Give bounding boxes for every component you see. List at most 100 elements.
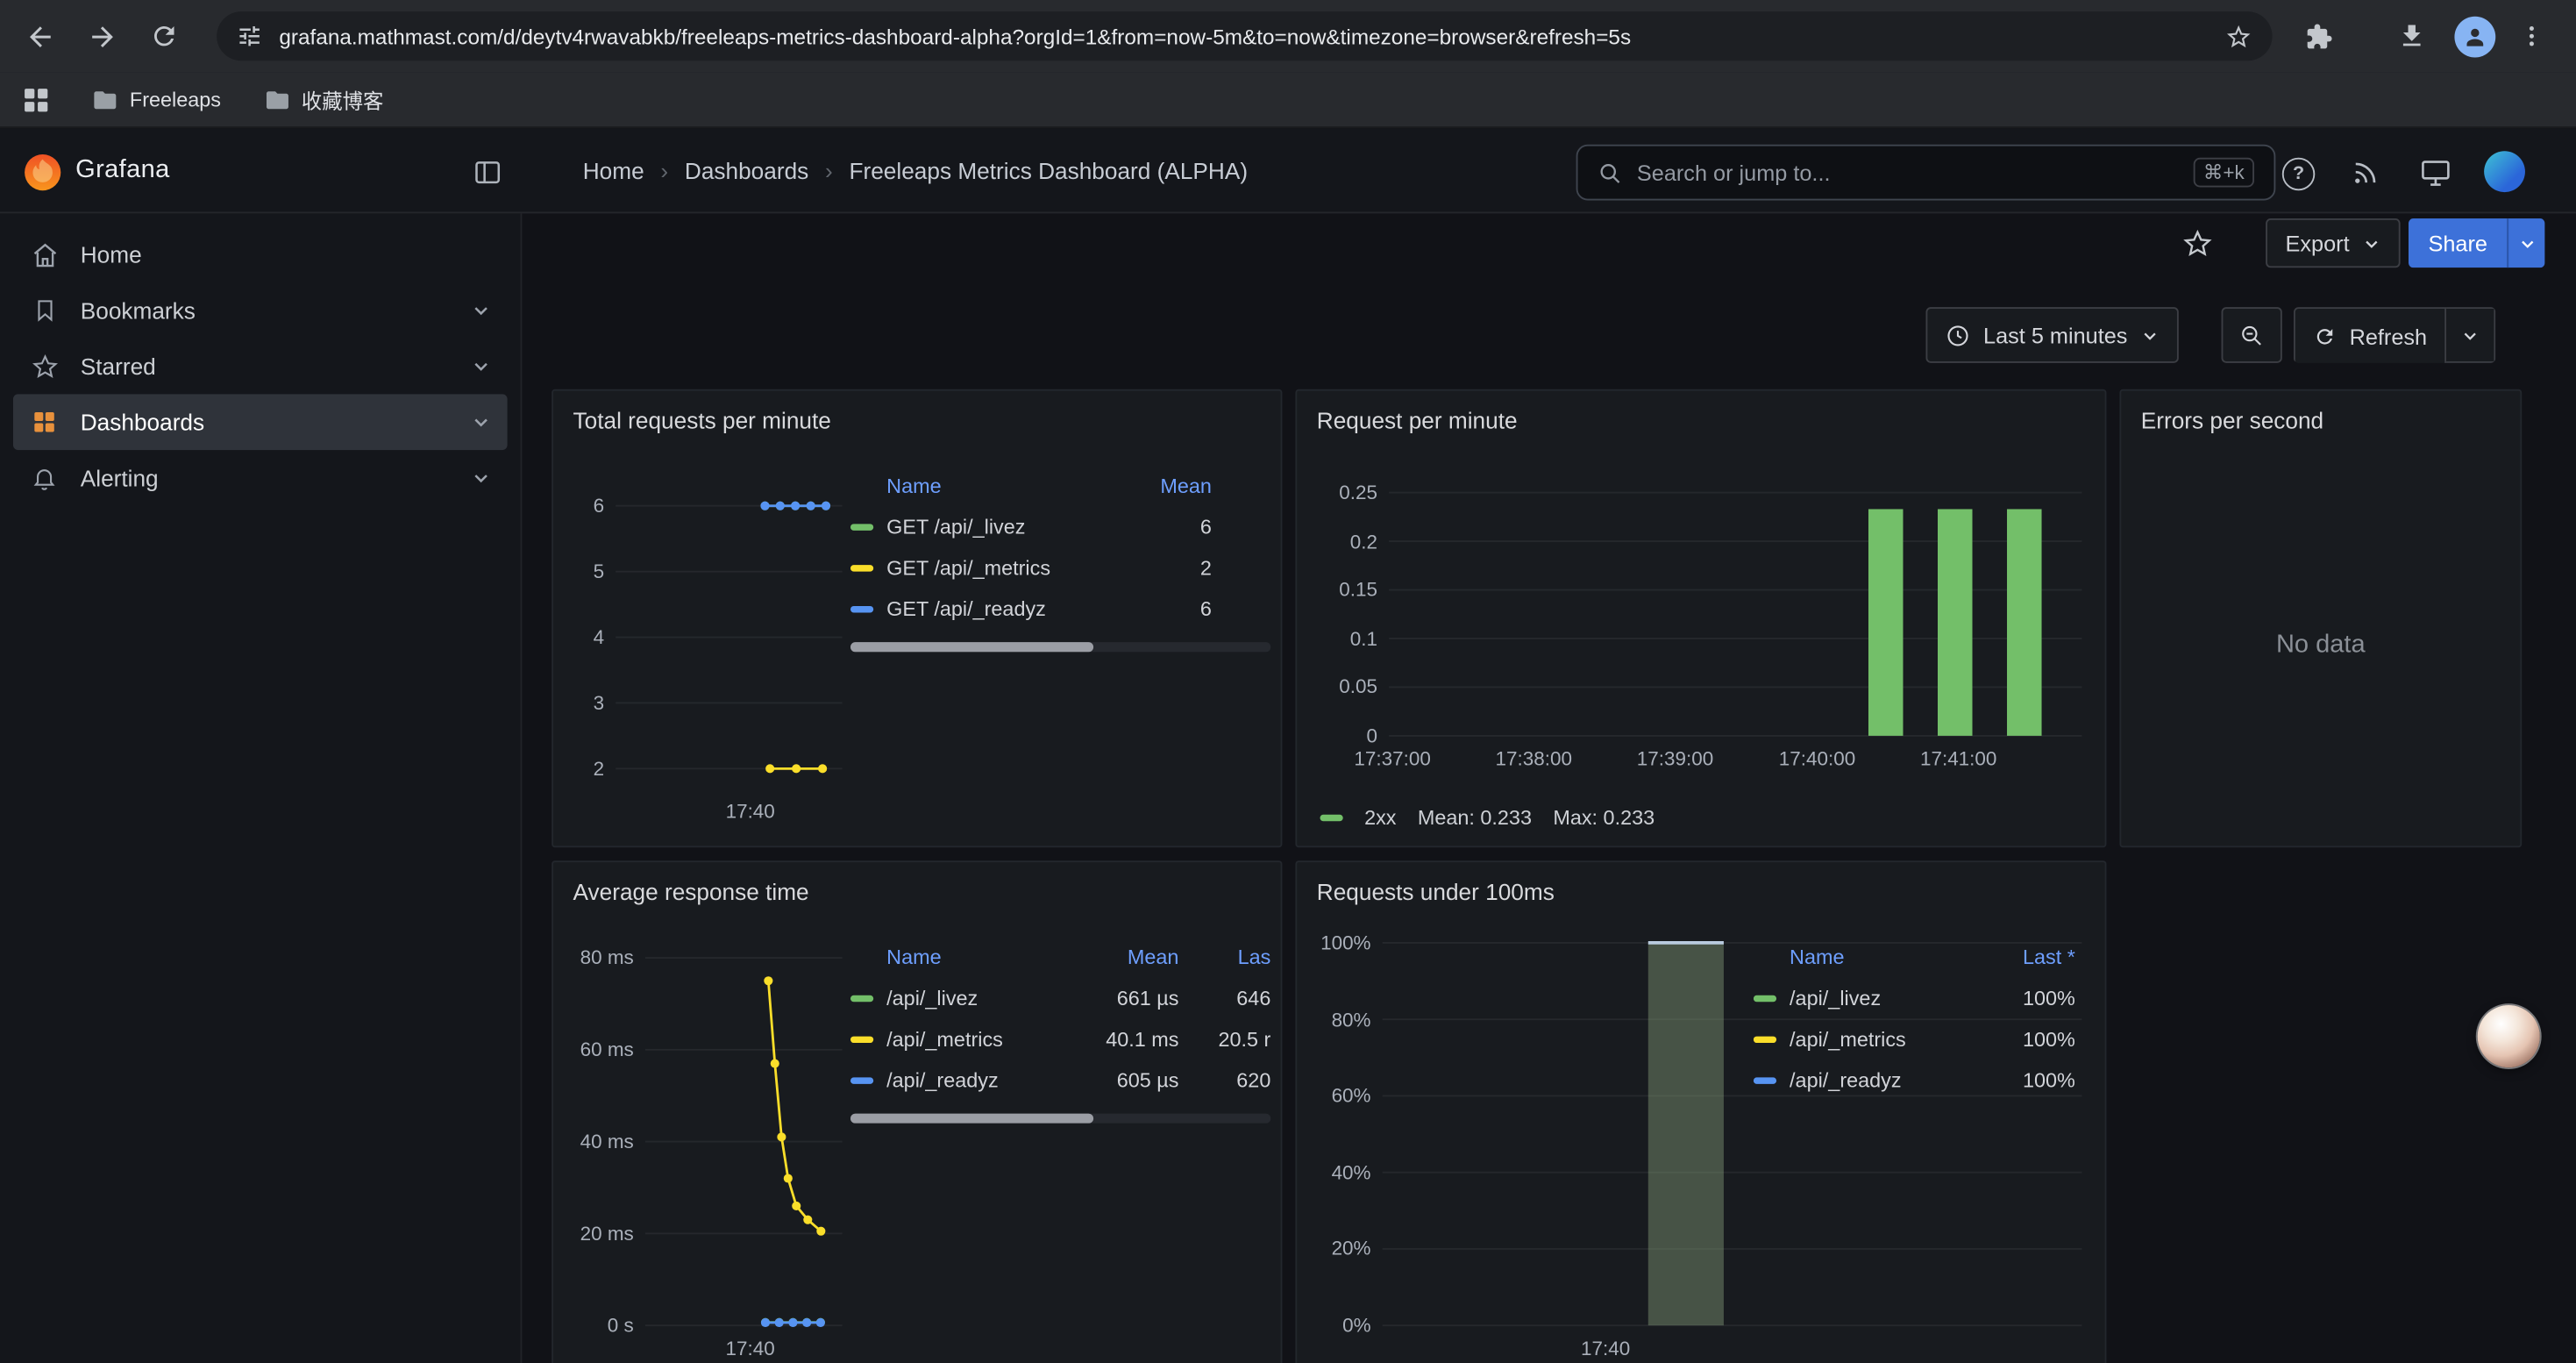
series-swatch: [850, 995, 873, 1001]
timeseries-chart[interactable]: 80 ms60 ms40 ms20 ms0 s17:40: [566, 938, 849, 1363]
legend-header-row: NameMean: [850, 467, 1270, 506]
search-input[interactable]: Search or jump to... ⌘+k: [1576, 145, 2276, 201]
legend-scrollbar[interactable]: [850, 642, 1270, 652]
series-swatch: [1320, 815, 1343, 821]
legend-row[interactable]: /api/_livez100%: [1754, 977, 2075, 1018]
panel-errors-per-second: Errors per second No data: [2119, 389, 2522, 847]
breadcrumb-separator: ›: [825, 158, 833, 184]
user-avatar[interactable]: [2484, 151, 2525, 192]
legend-header[interactable]: Las: [1178, 946, 1270, 969]
share-button[interactable]: Share: [2409, 218, 2507, 268]
grafana-logo[interactable]: [23, 153, 62, 192]
apps-grid-icon[interactable]: [23, 86, 49, 112]
back-icon[interactable]: [17, 13, 62, 59]
panel-title[interactable]: Average response time: [573, 879, 809, 905]
browser-menu-icon[interactable]: [2508, 13, 2554, 59]
swatch-spacer: [850, 483, 873, 489]
scrollbar-thumb[interactable]: [850, 1114, 1094, 1124]
breadcrumb-dashboards[interactable]: Dashboards: [685, 158, 808, 184]
y-axis-tick: 2: [566, 755, 604, 781]
chart-canvas: [566, 470, 849, 828]
legend-row[interactable]: /api/_metrics40.1 ms20.5 r: [850, 1018, 1270, 1060]
legend-header-name[interactable]: Name: [886, 475, 1123, 497]
bookmark-star-icon[interactable]: [2224, 22, 2252, 50]
monitor-icon[interactable]: [2420, 160, 2451, 188]
dock-menu-icon[interactable]: [473, 158, 502, 188]
legend-row[interactable]: /api/_metrics100%: [1754, 1018, 2075, 1060]
url-bar[interactable]: grafana.mathmast.com/d/deytv4rwavabkb/fr…: [217, 11, 2272, 61]
refresh-interval-chevron[interactable]: [2447, 307, 2496, 363]
panel-title[interactable]: Total requests per minute: [573, 407, 831, 433]
legend-scrollbar[interactable]: [850, 1114, 1270, 1124]
sidebar-item-label: Starred: [81, 353, 156, 380]
scrollbar-thumb[interactable]: [850, 642, 1094, 652]
series-stats-legend[interactable]: 2xx Mean: 0.233 Max: 0.233: [1320, 806, 1655, 829]
search-shortcut: ⌘+k: [2194, 158, 2254, 188]
sidebar-item-label: Dashboards: [81, 409, 204, 435]
export-label: Export: [2286, 231, 2350, 255]
legend-row[interactable]: GET /api/_metrics2: [850, 547, 1270, 589]
bookmark-item[interactable]: 收藏博客: [264, 83, 384, 115]
legend-row[interactable]: GET /api/_livez6: [850, 506, 1270, 547]
series-swatch: [1754, 1076, 1776, 1082]
help-icon[interactable]: ?: [2282, 158, 2315, 190]
sidebar-item-label: Bookmarks: [81, 297, 196, 324]
export-button[interactable]: Export: [2266, 218, 2401, 268]
panel-total-requests: Total requests per minute 6543217:40 Nam…: [551, 389, 1282, 847]
legend-header-name[interactable]: Name: [886, 946, 1097, 969]
downloads-icon[interactable]: [2389, 13, 2435, 59]
zoom-out-button[interactable]: [2222, 307, 2282, 363]
sidebar-item-home[interactable]: Home: [13, 226, 508, 282]
assistant-avatar[interactable]: [2478, 1005, 2540, 1067]
forward-icon[interactable]: [79, 13, 125, 59]
y-axis-tick: 0.15: [1310, 577, 1377, 603]
chevron-down-icon[interactable]: [471, 356, 490, 375]
legend-header-name[interactable]: Name: [1790, 946, 1996, 969]
series-name: GET /api/_readyz: [886, 597, 1123, 620]
sidebar-item-starred[interactable]: Starred: [13, 339, 508, 395]
bar-chart[interactable]: 0.250.20.150.10.05017:37:0017:38:0017:39…: [1310, 470, 2095, 792]
legend-row[interactable]: /api/_livez661 µs646: [850, 977, 1270, 1018]
chevron-down-icon: [2140, 326, 2159, 345]
sidebar-item-dashboards[interactable]: Dashboards: [13, 394, 508, 450]
news-rss-icon[interactable]: [2351, 160, 2379, 188]
sidebar-item-alerting[interactable]: Alerting: [13, 450, 508, 506]
panel-title[interactable]: Requests under 100ms: [1317, 879, 1555, 905]
bookmark-label: Freeleaps: [130, 88, 221, 111]
time-range-picker[interactable]: Last 5 minutes: [1925, 307, 2178, 363]
x-axis-tick: 17:40: [685, 1335, 816, 1361]
legend-header[interactable]: Mean: [1123, 475, 1212, 497]
reload-icon[interactable]: [141, 13, 187, 59]
share-menu-chevron[interactable]: [2507, 218, 2544, 268]
site-settings-icon[interactable]: [237, 23, 263, 49]
series-value: 20.5 r: [1178, 1027, 1270, 1050]
panel-title[interactable]: Request per minute: [1317, 407, 1518, 433]
breadcrumb-home[interactable]: Home: [583, 158, 644, 184]
favorite-star-icon[interactable]: [2182, 228, 2214, 260]
extensions-icon[interactable]: [2295, 13, 2341, 59]
chevron-down-icon[interactable]: [471, 301, 490, 320]
x-axis-tick: 17:37:00: [1327, 746, 1458, 772]
chevron-down-icon[interactable]: [471, 412, 490, 432]
browser-profile-avatar[interactable]: [2451, 13, 2497, 59]
panel-title[interactable]: Errors per second: [2141, 407, 2323, 433]
sidebar-item-bookmarks[interactable]: Bookmarks: [13, 282, 508, 339]
x-axis-tick: 17:40:00: [1752, 746, 1883, 772]
refresh-button[interactable]: Refresh: [2294, 307, 2447, 363]
timeseries-chart[interactable]: 6543217:40: [566, 470, 849, 828]
y-axis-tick: 40 ms: [566, 1129, 634, 1155]
legend-row[interactable]: GET /api/_readyz6: [850, 588, 1270, 629]
x-axis-tick: 17:40: [685, 798, 816, 824]
refresh-label: Refresh: [2350, 325, 2428, 349]
bookmark-item[interactable]: Freeleaps: [92, 86, 221, 112]
series-swatch: [850, 1076, 873, 1082]
legend-header[interactable]: Last *: [1996, 946, 2075, 969]
breadcrumb-current: Freeleaps Metrics Dashboard (ALPHA): [849, 158, 1248, 184]
y-axis-tick: 4: [566, 624, 604, 651]
legend-header[interactable]: Mean: [1097, 946, 1179, 969]
legend-row[interactable]: /api/_readyz100%: [1754, 1060, 2075, 1101]
y-axis-tick: 60%: [1310, 1082, 1370, 1109]
chevron-down-icon[interactable]: [471, 468, 490, 488]
legend-row[interactable]: /api/_readyz605 µs620: [850, 1060, 1270, 1101]
screen: grafana.mathmast.com/d/deytv4rwavabkb/fr…: [0, 0, 2576, 1363]
